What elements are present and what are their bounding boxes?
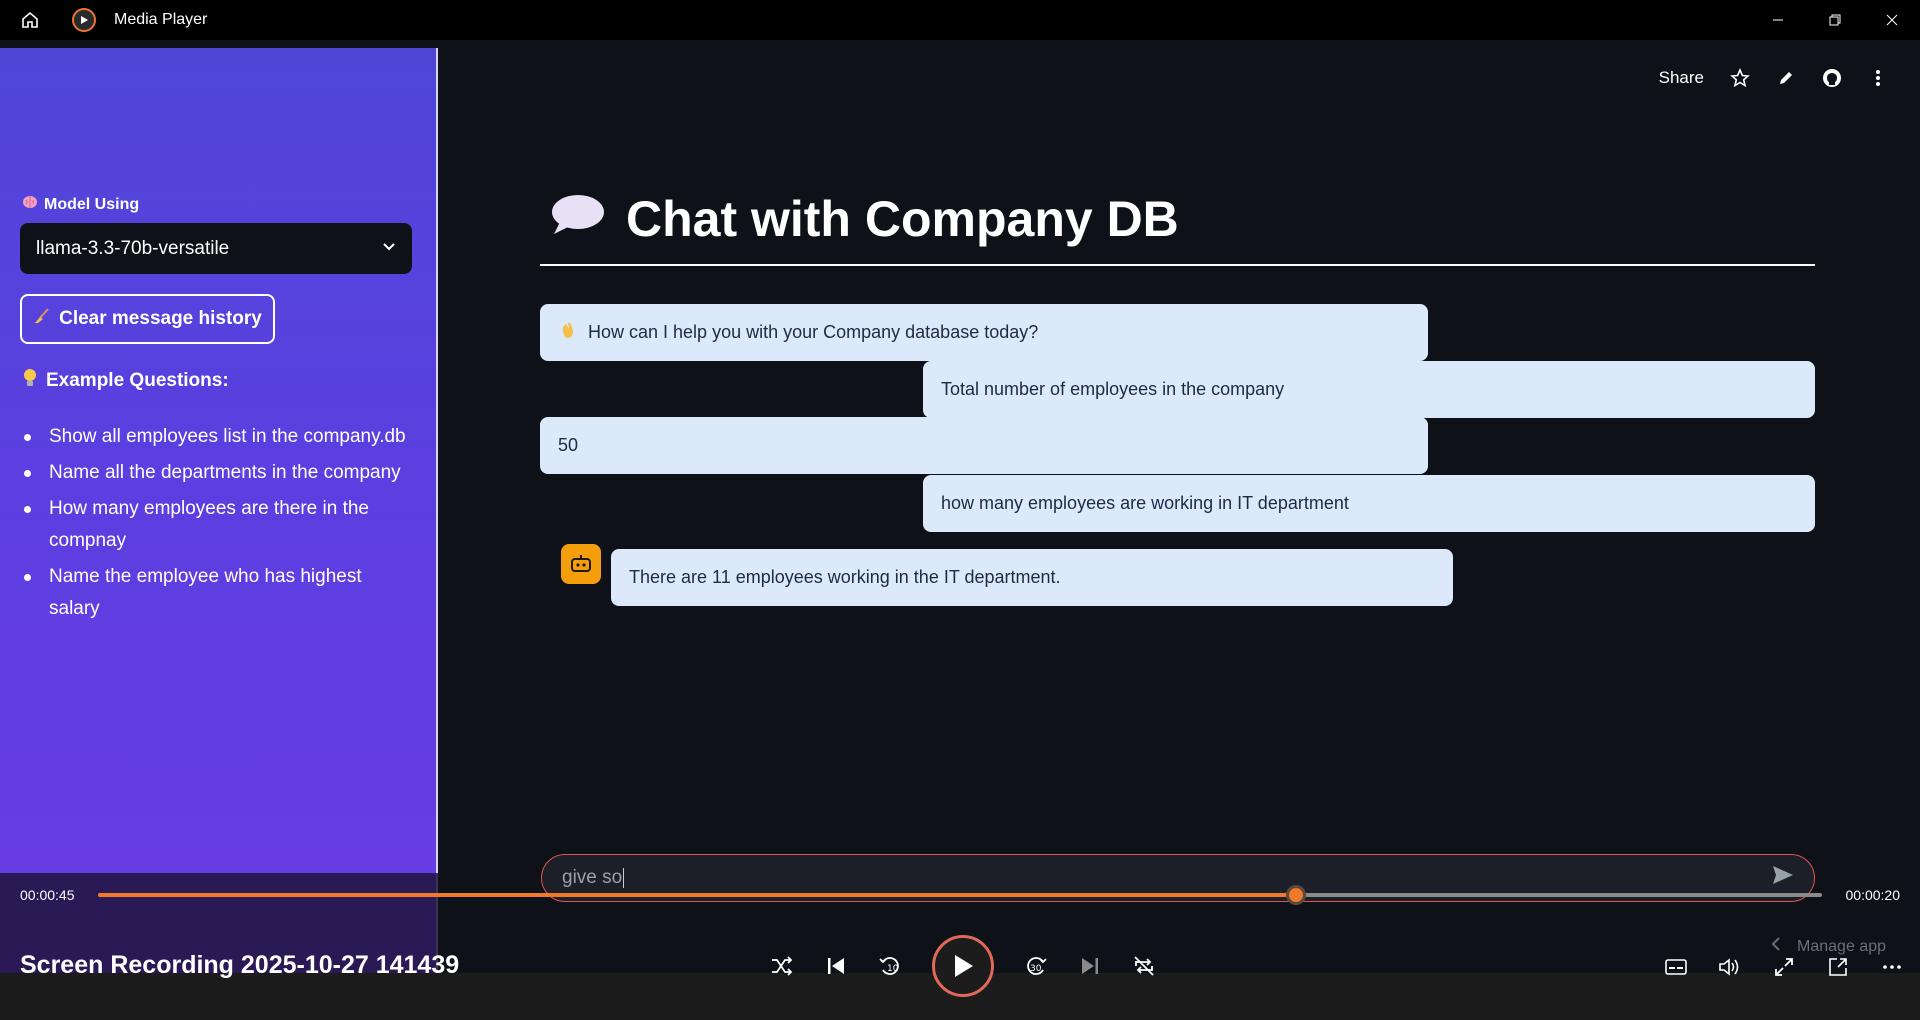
fullscreen-icon[interactable] <box>1772 955 1796 979</box>
model-label: Model Using <box>22 194 139 215</box>
previous-track-icon[interactable] <box>824 954 848 978</box>
media-player-logo <box>72 8 96 32</box>
player-options <box>1664 955 1904 979</box>
bot-avatar-icon <box>561 544 601 584</box>
example-questions-list: Show all employees list in the company.d… <box>22 421 412 629</box>
close-button[interactable] <box>1863 0 1920 40</box>
next-track-icon[interactable] <box>1078 954 1102 978</box>
seek-bar-fill <box>98 893 1297 897</box>
seek-thumb[interactable] <box>1286 885 1307 905</box>
more-vertical-icon[interactable] <box>1868 68 1888 88</box>
play-button[interactable] <box>932 935 994 997</box>
list-item: How many employees are there in the comp… <box>22 493 412 557</box>
message-text: Total number of employees in the company <box>941 379 1285 399</box>
github-icon[interactable] <box>1822 68 1842 88</box>
elapsed-time: 00:00:45 <box>20 887 75 903</box>
page-title: Chat with Company DB <box>550 190 1179 248</box>
lightbulb-icon <box>22 368 38 394</box>
seek-bar[interactable] <box>98 885 1822 905</box>
edit-pencil-icon[interactable] <box>1776 68 1796 88</box>
examples-heading: Example Questions: <box>22 368 229 394</box>
chat-message-assistant: 50 <box>540 417 1428 474</box>
title-divider <box>540 264 1815 266</box>
window-title: Media Player <box>114 11 208 28</box>
brain-icon <box>22 194 38 215</box>
manage-app-button[interactable]: Manage app <box>1771 937 1886 956</box>
chat-message-assistant: There are 11 employees working in the IT… <box>611 549 1453 606</box>
star-icon[interactable] <box>1730 68 1750 88</box>
volume-icon[interactable] <box>1718 955 1742 979</box>
chevron-left-icon <box>1771 937 1781 956</box>
waving-hand-icon <box>558 320 578 345</box>
remaining-time: 00:00:20 <box>1845 887 1901 903</box>
mini-player-icon[interactable] <box>1826 955 1850 979</box>
message-text: There are 11 employees working in the IT… <box>629 567 1061 587</box>
restore-button[interactable] <box>1806 0 1863 40</box>
media-controls: 00:00:45 00:00:20 Screen Recording 2025-… <box>0 873 1920 1020</box>
message-text: 50 <box>558 435 579 455</box>
share-button[interactable]: Share <box>1659 68 1704 88</box>
message-text: How can I help you with your Company dat… <box>588 322 1039 342</box>
app-toolbar: Share <box>1659 68 1888 88</box>
rewind-10-icon[interactable]: 10 <box>878 954 902 978</box>
broom-icon <box>33 307 51 331</box>
minimize-button[interactable] <box>1749 0 1806 40</box>
chevron-down-icon <box>382 238 396 260</box>
sidebar: Model Using llama-3.3-70b-versatile Clea… <box>0 48 438 973</box>
playback-controls: 10 30 <box>770 935 1156 997</box>
svg-text:30: 30 <box>1030 964 1042 974</box>
clear-history-button[interactable]: Clear message history <box>20 294 275 344</box>
message-text: how many employees are working in IT dep… <box>941 493 1349 513</box>
list-item: Name all the departments in the company <box>22 457 412 489</box>
speech-bubble-icon <box>550 190 606 248</box>
chat-message-user: Total number of employees in the company <box>923 361 1815 418</box>
forward-30-icon[interactable]: 30 <box>1024 954 1048 978</box>
list-item: Show all employees list in the company.d… <box>22 421 412 453</box>
svg-text:10: 10 <box>887 964 899 974</box>
repeat-icon[interactable] <box>1132 954 1156 978</box>
title-bar: Media Player <box>0 0 1920 40</box>
chat-message-assistant: How can I help you with your Company dat… <box>540 304 1428 361</box>
recording-title: Screen Recording 2025-10-27 141439 <box>20 951 460 979</box>
model-select-value: llama-3.3-70b-versatile <box>36 237 230 259</box>
home-icon[interactable] <box>0 0 60 40</box>
list-item: Name the employee who has highest salary <box>22 561 412 625</box>
chat-message-user: how many employees are working in IT dep… <box>923 475 1815 532</box>
more-horizontal-icon[interactable] <box>1880 955 1904 979</box>
model-select[interactable]: llama-3.3-70b-versatile <box>20 223 412 274</box>
shuffle-icon[interactable] <box>770 954 794 978</box>
captions-icon[interactable] <box>1664 955 1688 979</box>
main-content: Share Chat with Company DB How can I hel… <box>440 48 1920 973</box>
